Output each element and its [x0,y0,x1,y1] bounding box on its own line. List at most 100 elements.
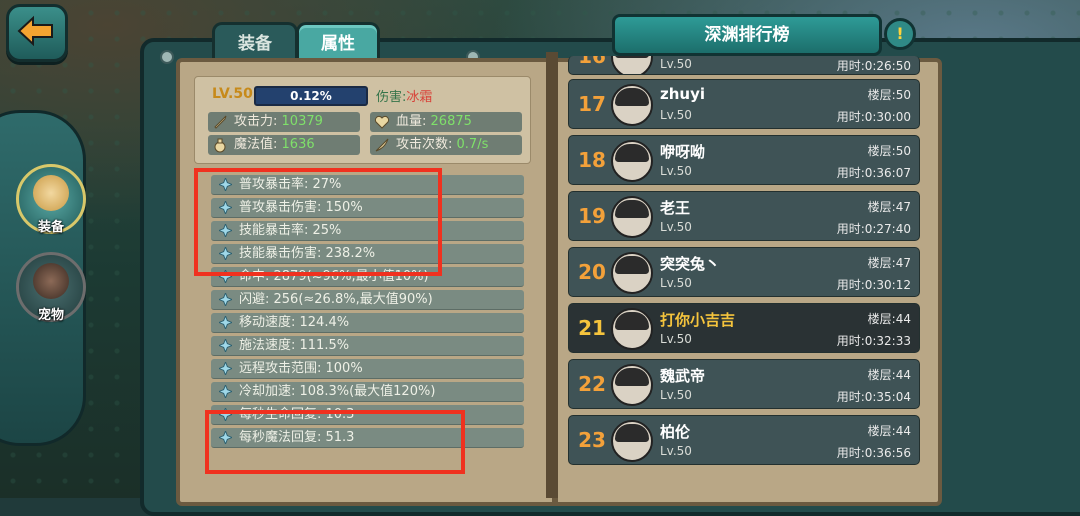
player-time: 用时:0:26:50 [836,59,911,73]
attribute-row: 技能暴击率: 25% [211,221,524,241]
book-spine [546,52,558,498]
hp-value: 26875 [430,114,472,129]
damage-type-value: 冰霜 [406,90,433,105]
damage-type-label: 伤害: [376,90,407,105]
info-button[interactable]: ! [884,18,916,50]
attribute-row: 施法速度: 111.5% [211,336,524,356]
player-level: Lv.50 [660,332,692,346]
player-avatar [611,420,653,462]
ranking-row[interactable]: 17 zhuyi Lv.50 楼层:50 用时:0:30:00 [568,79,920,129]
player-floor: 楼层:47 [867,256,911,270]
xp-progress-bar: 0.12% [254,86,368,106]
pet-avatar-icon [33,263,69,299]
pet-side-label: 宠物 [37,308,64,323]
player-floor: 楼层:44 [867,312,911,326]
tab-equipment[interactable]: 装备 [212,22,298,63]
level-label: LV.50 [212,86,253,102]
star-icon [219,339,232,352]
attack-label: 攻击力: [234,114,278,129]
attribute-row: 每秒魔法回复: 51.3 [211,428,524,448]
star-icon [219,408,232,421]
player-floor: 楼层:44 [867,424,911,438]
star-icon [219,247,232,260]
mana-value: 1636 [281,137,315,152]
attribute-text: 技能暴击伤害: 238.2% [239,246,376,261]
back-button[interactable] [6,4,68,62]
equipment-side-button[interactable]: 装备 [16,164,86,235]
ranking-row[interactable]: 20 突突兔丶 Lv.50 楼层:47 用时:0:30:12 [568,247,920,297]
rank-number: 21 [578,316,606,340]
rank-number: 20 [578,260,606,284]
star-icon [219,385,232,398]
player-floor: 楼层:50 [867,144,911,158]
player-time: 用时:0:36:07 [836,166,911,180]
attribute-text: 每秒生命回复: 10.3 [239,407,355,422]
potion-icon [214,138,226,153]
rank-number: 19 [578,204,606,228]
attack-stat: 攻击力: 10379 [208,112,360,132]
player-level: Lv.50 [660,388,692,402]
player-time: 用时:0:30:12 [836,278,911,292]
star-icon [219,316,232,329]
attribute-text: 技能暴击率: 25% [239,223,342,238]
sword-icon [214,115,227,129]
player-avatar [611,364,653,406]
player-name: 打你小吉吉 [660,311,736,329]
hp-label: 血量: [396,114,427,129]
player-time: 用时:0:35:04 [836,390,911,404]
player-avatar [611,84,653,126]
attribute-row: 冷却加速: 108.3%(最大值120%) [211,382,524,402]
arrow-left-icon [17,15,53,47]
attribute-row: 每秒生命回复: 10.3 [211,405,524,425]
pet-side-button[interactable]: 宠物 [16,252,86,323]
attack-value: 10379 [281,114,323,129]
attribute-text: 施法速度: 111.5% [239,338,350,353]
attribute-text: 冷却加速: 108.3%(最大值120%) [239,384,436,399]
player-level: Lv.50 [660,108,692,122]
mana-stat: 魔法值: 1636 [208,135,360,155]
attribute-text: 远程攻击范围: 100% [239,361,363,376]
tab-attributes[interactable]: 属性 [296,22,380,63]
star-icon [219,431,232,444]
player-avatar [611,196,653,238]
attribute-row: 技能暴击伤害: 238.2% [211,244,524,264]
heart-icon [374,115,390,129]
ranking-row[interactable]: 22 魏武帝 Lv.50 楼层:44 用时:0:35:04 [568,359,920,409]
ranking-row[interactable]: 18 咿呀呦 Lv.50 楼层:50 用时:0:36:07 [568,135,920,185]
attribute-text: 命中: 2879(≈96%,最小值10%) [239,269,429,284]
player-level: Lv.50 [660,57,692,71]
player-name: zhuyi [660,85,706,103]
player-level: Lv.50 [660,276,692,290]
star-icon [219,293,232,306]
ranking-title: 深渊排行榜 [612,14,882,56]
equipment-side-label: 装备 [37,220,64,235]
attack-count-stat: 攻击次数: 0.7/s [370,135,522,155]
attribute-row: 移动速度: 124.4% [211,313,524,333]
ranking-row[interactable]: 23 柏伦 Lv.50 楼层:44 用时:0:36:56 [568,415,920,465]
player-time: 用时:0:36:56 [836,446,911,460]
ranking-row[interactable]: 21 打你小吉吉 Lv.50 楼层:44 用时:0:32:33 [568,303,920,353]
star-icon [219,362,232,375]
attack-count-value: 0.7/s [456,137,489,152]
player-time: 用时:0:27:40 [836,222,911,236]
player-floor: 楼层:47 [867,200,911,214]
mana-label: 魔法值: [234,137,278,152]
attribute-text: 每秒魔法回复: 51.3 [239,430,355,445]
player-name: 咿呀呦 [660,143,706,161]
star-icon [219,224,232,237]
hero-avatar-icon [33,175,69,211]
player-level: Lv.50 [660,164,692,178]
rank-number: 16 [578,56,606,68]
player-name: 老王 [660,199,691,217]
player-floor: 楼层:44 [867,368,911,382]
attribute-row: 普攻暴击伤害: 150% [211,198,524,218]
player-level: Lv.50 [660,220,692,234]
player-floor: 楼层:50 [867,88,911,102]
player-level: Lv.50 [660,444,692,458]
rank-number: 17 [578,92,606,116]
wing-icon [375,138,389,152]
attribute-text: 移动速度: 124.4% [239,315,350,330]
star-icon [219,270,232,283]
ranking-row[interactable]: 19 老王 Lv.50 楼层:47 用时:0:27:40 [568,191,920,241]
attribute-text: 闪避: 256(≈26.8%,最大值90%) [239,292,433,307]
